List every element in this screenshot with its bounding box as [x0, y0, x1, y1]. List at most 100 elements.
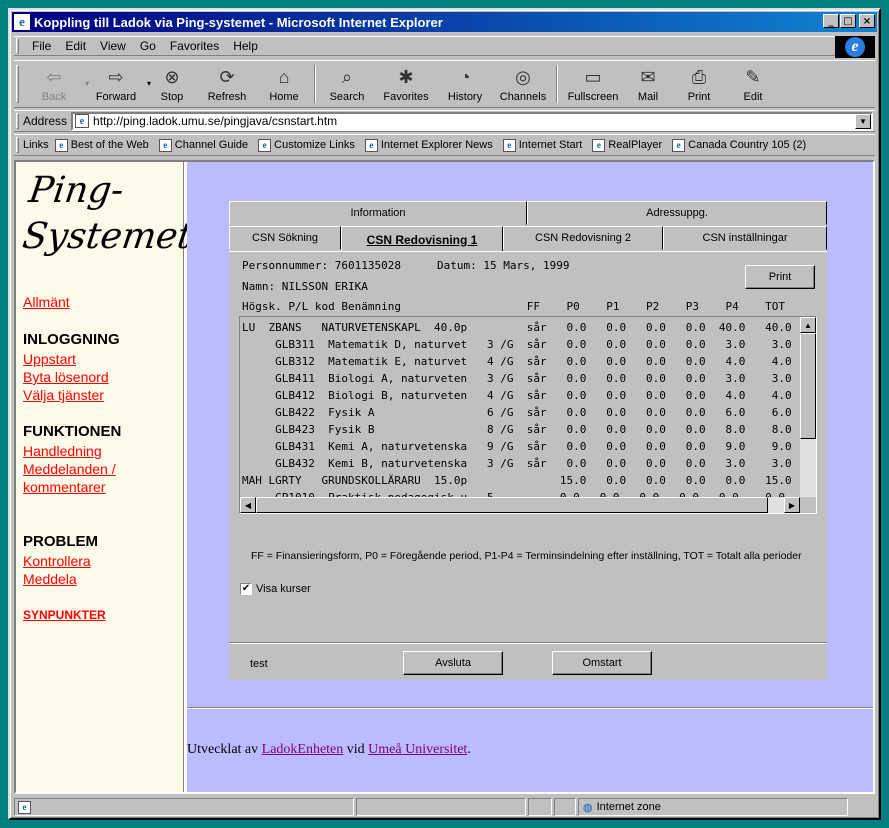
visa-kurser-label: Visa kurser: [256, 583, 311, 595]
address-input[interactable]: e http://ping.ladok.umu.se/pingjava/csns…: [71, 111, 873, 131]
course-row[interactable]: GLB431 Kemi A, naturvetenska 9 /G sår 0.…: [242, 438, 792, 455]
vertical-scroll-thumb[interactable]: [800, 333, 816, 439]
course-row[interactable]: GLB432 Kemi B, naturvetenska 3 /G sår 0.…: [242, 455, 792, 472]
course-row[interactable]: MAH LGRTY GRUNDSKOLLÄRARU 15.0p 15.0 0.0…: [242, 472, 792, 489]
close-button[interactable]: ×: [859, 14, 875, 28]
link-item[interactable]: e RealPlayer: [592, 138, 663, 152]
umea-universitet-link[interactable]: Umeå Universitet: [368, 742, 467, 757]
menu-go[interactable]: Go: [133, 39, 163, 53]
link-item[interactable]: e Canada Country 105 (2): [672, 138, 806, 152]
link-label: RealPlayer: [608, 139, 663, 151]
tab-csn-installningar[interactable]: CSN inställningar: [663, 226, 827, 250]
refresh-button[interactable]: ⟳ Refresh: [197, 61, 257, 107]
link-item[interactable]: e Internet Explorer News: [364, 138, 493, 152]
title-bar: e Koppling till Ladok via Ping-systemet …: [12, 12, 877, 32]
scroll-left-button[interactable]: ◀: [240, 497, 256, 513]
course-row[interactable]: GLB411 Biologi A, naturveten 3 /G sår 0.…: [242, 370, 792, 387]
address-url: http://ping.ladok.umu.se/pingjava/csnsta…: [93, 114, 338, 128]
menu-edit[interactable]: Edit: [58, 39, 93, 53]
status-text: test: [250, 658, 268, 670]
horizontal-scroll-thumb[interactable]: [256, 497, 768, 513]
scroll-right-button[interactable]: ▶: [784, 497, 800, 513]
toolbar-label: Forward: [95, 91, 137, 103]
horizontal-scrollbar[interactable]: ◀ ▶: [240, 497, 800, 513]
stop-button[interactable]: ⊗ Stop: [147, 61, 197, 107]
page-status-icon: e: [18, 800, 31, 814]
course-row[interactable]: GLB312 Matematik E, naturvet 4 /G sår 0.…: [242, 353, 792, 370]
footer-mid: vid: [343, 742, 369, 757]
tab-information[interactable]: Information: [229, 201, 527, 225]
tab-csn-redovisning-1[interactable]: CSN Redovisning 1: [341, 226, 503, 252]
nav-kommentarer[interactable]: kommentarer: [23, 479, 105, 495]
fullscreen-button[interactable]: ▭ Fullscreen: [561, 61, 625, 107]
back-button[interactable]: ⇦ Back ▾: [23, 61, 89, 107]
favorites-button[interactable]: ✱ Favorites: [375, 61, 437, 107]
home-button[interactable]: ⌂ Home: [257, 61, 311, 107]
menu-grip[interactable]: [16, 38, 19, 54]
search-button[interactable]: ⌕ Search: [319, 61, 375, 107]
menu-bar: File Edit View Go Favorites Help: [14, 36, 875, 56]
tab-adressuppg[interactable]: Adressuppg.: [527, 201, 827, 225]
channels-icon: ◎: [515, 67, 531, 87]
nav-allmant[interactable]: Allmänt: [23, 294, 70, 310]
course-row[interactable]: GLB423 Fysik B 8 /G sår 0.0 0.0 0.0 0.0 …: [242, 421, 792, 438]
standard-toolbar: ⇦ Back ▾ ⇨ Forward ▾ ⊗ Stop ⟳ Refresh ⌂ Home ⌕ Search…: [14, 60, 875, 108]
mail-button[interactable]: ✉ Mail: [625, 61, 671, 107]
menu-view[interactable]: View: [93, 39, 133, 53]
link-label: Internet Start: [518, 139, 583, 151]
address-label: Address: [23, 114, 68, 128]
tab-csn-sokning[interactable]: CSN Sökning: [229, 226, 341, 250]
toolbar-grip[interactable]: [16, 65, 19, 103]
print-button[interactable]: ⎙ Print: [671, 61, 727, 107]
ie-logo-icon: e: [14, 14, 30, 30]
avsluta-button[interactable]: Avsluta: [403, 651, 503, 675]
link-item[interactable]: e Best of the Web: [54, 138, 149, 152]
ladokenheten-link[interactable]: LadokEnheten: [262, 742, 344, 757]
nav-meddelanden[interactable]: Meddelanden /: [23, 461, 116, 477]
nav-byta-losenord[interactable]: Byta lösenord: [23, 369, 109, 385]
omstart-button[interactable]: Omstart: [552, 651, 652, 675]
visa-kurser-checkbox[interactable]: ✔: [240, 583, 252, 595]
nav-valja-tjanster[interactable]: Välja tjänster: [23, 387, 104, 403]
tab-csn-redovisning-2[interactable]: CSN Redovisning 2: [503, 226, 663, 250]
refresh-icon: ⟳: [219, 67, 235, 87]
toolbar-label: Stop: [160, 91, 184, 103]
maximize-button[interactable]: □: [840, 14, 856, 28]
menu-help[interactable]: Help: [226, 39, 265, 53]
menu-favorites[interactable]: Favorites: [163, 39, 226, 53]
nav-kontrollera[interactable]: Kontrollera: [23, 553, 91, 569]
links-grip[interactable]: [16, 137, 19, 153]
personnummer-label: Personnummer: 7601135028: [242, 259, 401, 272]
minimize-button[interactable]: _: [823, 14, 839, 28]
link-item[interactable]: e Channel Guide: [158, 138, 248, 152]
csn-applet: Information Adressuppg. CSN Sökning CSN …: [229, 201, 827, 680]
link-item[interactable]: e Customize Links: [258, 138, 355, 152]
nav-handledning[interactable]: Handledning: [23, 443, 102, 459]
nav-synpunkter[interactable]: SYNPUNKTER: [23, 608, 106, 622]
nav-heading-inloggning: INLOGGNING: [23, 331, 120, 348]
search-icon: ⌕: [341, 67, 353, 87]
course-row[interactable]: GLB412 Biologi B, naturveten 4 /G sår 0.…: [242, 387, 792, 404]
forward-button[interactable]: ⇨ Forward ▾: [85, 61, 151, 107]
nav-meddela[interactable]: Meddela: [23, 571, 77, 587]
nav-uppstart[interactable]: Uppstart: [23, 351, 76, 367]
print-button[interactable]: Print: [745, 265, 815, 289]
edit-button[interactable]: ✎ Edit: [727, 61, 779, 107]
channels-button[interactable]: ◎ Channels: [493, 61, 553, 107]
page-link-icon: e: [502, 138, 516, 152]
toolbar-label: Edit: [743, 91, 763, 103]
toolbar-label: History: [447, 91, 483, 103]
vertical-scrollbar[interactable]: ▲: [800, 317, 816, 497]
course-row[interactable]: GLB422 Fysik A 6 /G sår 0.0 0.0 0.0 0.0 …: [242, 404, 792, 421]
course-listbox[interactable]: GP1010 Praktisk-pedagogisk u 5 0.0 0.0 0…: [239, 316, 817, 514]
toolbar-label: Favorites: [383, 91, 429, 103]
status-progress: [356, 798, 526, 816]
history-button[interactable]: ◔ History: [437, 61, 493, 107]
course-row[interactable]: GLB311 Matematik D, naturvet 3 /G sår 0.…: [242, 336, 792, 353]
link-item[interactable]: e Internet Start: [502, 138, 583, 152]
scroll-up-button[interactable]: ▲: [800, 317, 816, 333]
menu-file[interactable]: File: [25, 39, 58, 53]
address-dropdown-button[interactable]: ▼: [855, 113, 871, 129]
address-grip[interactable]: [16, 113, 19, 129]
course-row[interactable]: LU ZBANS NATURVETENSKAPL 40.0p sår 0.0 0…: [242, 319, 792, 336]
